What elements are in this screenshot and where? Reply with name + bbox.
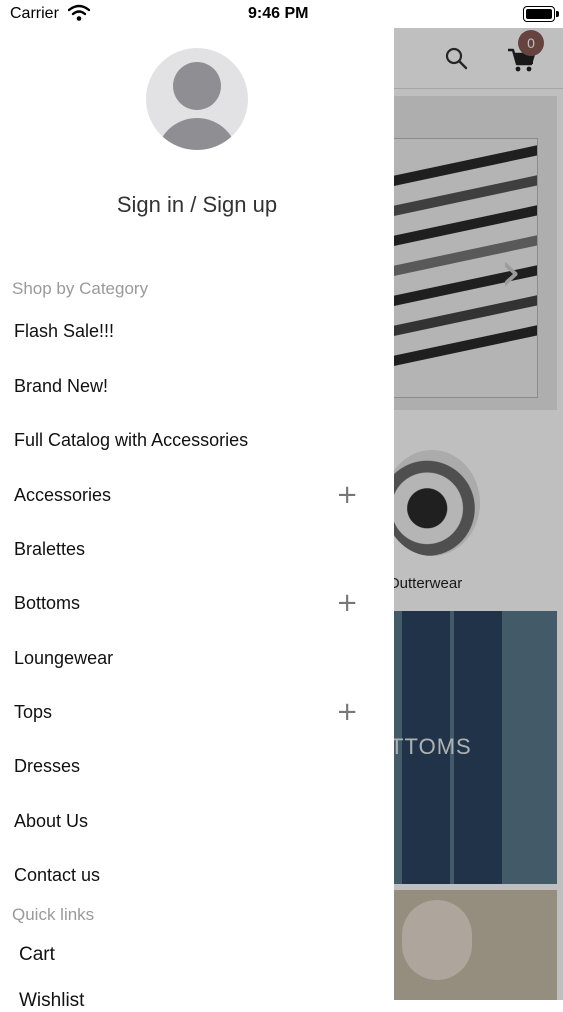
menu-item-bottoms[interactable]: Bottoms + [14, 590, 364, 616]
menu-item-label: Full Catalog with Accessories [14, 430, 249, 450]
menu-item-label: Loungewear [14, 648, 114, 668]
shop-by-category-heading: Shop by Category [12, 279, 149, 298]
side-drawer: Sign in / Sign up Shop by Category Flash… [0, 28, 394, 1011]
menu-item-brand-new[interactable]: Brand New! [14, 376, 364, 397]
wifi-icon [68, 4, 90, 21]
menu-item-tops[interactable]: Tops + [14, 699, 364, 725]
menu-item-label: Flash Sale!!! [14, 321, 115, 341]
menu-item-contact-us[interactable]: Contact us [14, 865, 364, 886]
quick-link-cart[interactable]: Cart [19, 944, 55, 966]
quick-link-wishlist[interactable]: Wishlist [19, 990, 84, 1012]
clock: 9:46 PM [248, 5, 309, 22]
menu-item-label: Contact us [14, 865, 101, 885]
quick-links-heading: Quick links [12, 905, 95, 924]
menu-item-label: About Us [14, 811, 89, 831]
battery-icon [523, 6, 559, 22]
menu-item-label: Bralettes [14, 539, 86, 559]
status-bar: Carrier 9:46 PM [0, 0, 563, 28]
menu-item-label: Accessories [14, 485, 112, 505]
menu-item-full-catalog[interactable]: Full Catalog with Accessories [14, 430, 364, 451]
plus-icon[interactable]: + [336, 590, 358, 616]
menu-item-label: Tops [14, 702, 53, 722]
menu-item-loungewear[interactable]: Loungewear [14, 648, 364, 669]
menu-item-bralettes[interactable]: Bralettes [14, 539, 364, 560]
menu-item-about-us[interactable]: About Us [14, 811, 364, 832]
sign-in-link[interactable]: Sign in / Sign up [0, 192, 394, 218]
avatar[interactable] [146, 48, 248, 150]
menu-item-dresses[interactable]: Dresses [14, 756, 364, 777]
plus-icon[interactable]: + [336, 699, 358, 725]
menu-item-label: Bottoms [14, 593, 81, 613]
menu-item-flash-sale[interactable]: Flash Sale!!! [14, 321, 364, 342]
menu-item-accessories[interactable]: Accessories + [14, 482, 364, 508]
menu-item-label: Brand New! [14, 376, 109, 396]
plus-icon[interactable]: + [336, 482, 358, 508]
menu-item-label: Dresses [14, 756, 81, 776]
carrier-label: Carrier [10, 5, 59, 22]
